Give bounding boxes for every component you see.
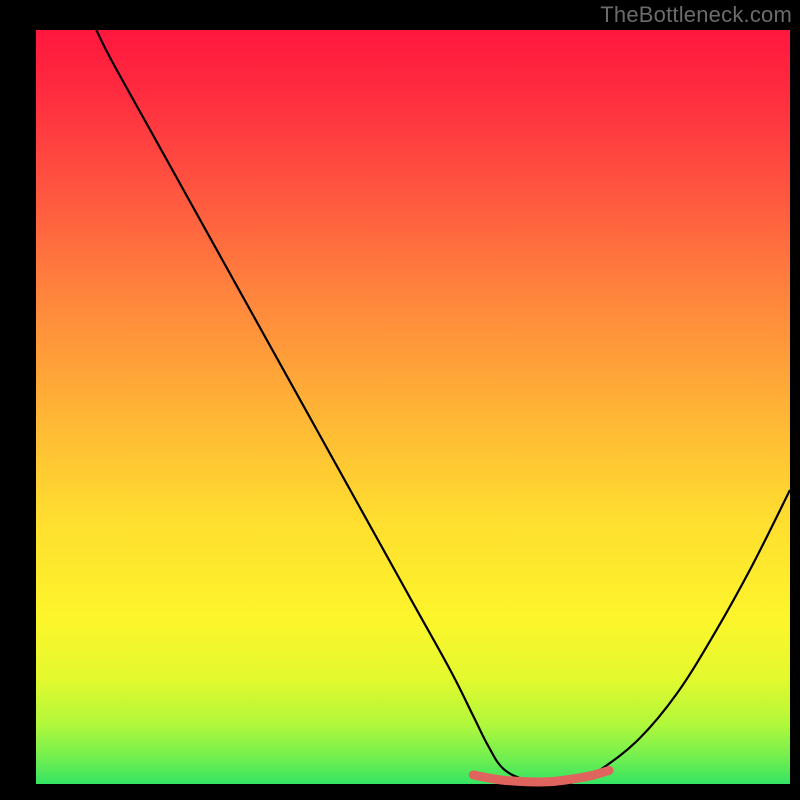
plot-background	[36, 30, 790, 784]
chart-stage: TheBottleneck.com	[0, 0, 800, 800]
watermark-text: TheBottleneck.com	[600, 2, 792, 28]
bottleneck-chart	[0, 0, 800, 800]
